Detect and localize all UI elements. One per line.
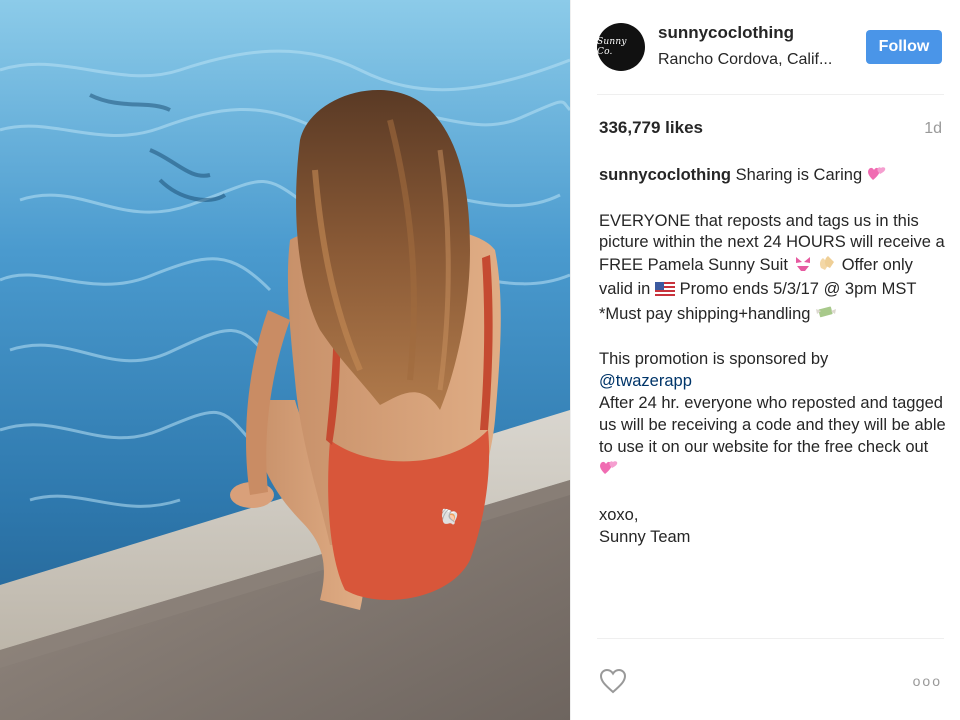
- two-hearts-icon: [599, 458, 619, 483]
- follow-button[interactable]: Follow: [866, 30, 942, 64]
- signoff-line-1: xoxo,: [599, 505, 639, 524]
- caption-author-link[interactable]: sunnycoclothing: [599, 166, 731, 184]
- signoff-line-2: Sunny Team: [599, 527, 691, 546]
- caption-paragraph-2: This promotion is sponsored by @twazerap…: [599, 349, 949, 483]
- likes-row: 336,779 likes 1d: [599, 118, 942, 138]
- heart-icon[interactable]: [599, 668, 627, 694]
- caption-para2-intro: This promotion is sponsored by: [599, 350, 829, 369]
- avatar[interactable]: Sunny Co.: [597, 23, 645, 71]
- pool-scene-illustration: 🐚: [0, 0, 570, 720]
- instagram-post: 🐚 Sunny Co. sunnycoclothing Rancho Cordo…: [0, 0, 960, 720]
- post-time[interactable]: 1d: [924, 120, 942, 138]
- header-divider: [597, 94, 944, 95]
- mention-link[interactable]: @twazerapp: [599, 372, 692, 390]
- more-options-icon[interactable]: ooo: [913, 673, 944, 689]
- clapping-hands-icon: [817, 254, 837, 279]
- post-caption: sunnycoclothing Sharing is Caring EVERYO…: [599, 164, 949, 570]
- post-header: Sunny Co. sunnycoclothing Rancho Cordova…: [597, 18, 944, 76]
- actions-divider: [597, 638, 944, 639]
- post-side-panel: Sunny Co. sunnycoclothing Rancho Cordova…: [570, 0, 960, 720]
- post-actions: ooo: [599, 664, 944, 698]
- bikini-icon: [793, 254, 813, 279]
- caption-signoff: xoxo, Sunny Team: [599, 505, 949, 549]
- post-photo[interactable]: 🐚: [0, 0, 570, 720]
- money-wings-icon: [815, 303, 837, 328]
- us-flag-icon: [654, 281, 675, 303]
- caption-paragraph-1: EVERYONE that reposts and tags us in thi…: [599, 211, 949, 328]
- caption-headline-text: Sharing is Caring: [735, 166, 863, 184]
- two-hearts-icon: [867, 164, 887, 189]
- caption-para2-rest: After 24 hr. everyone who reposted and t…: [599, 393, 946, 456]
- svg-text:🐚: 🐚: [438, 507, 461, 526]
- likes-count[interactable]: 336,779 likes: [599, 118, 703, 138]
- caption-headline: sunnycoclothing Sharing is Caring: [599, 164, 949, 189]
